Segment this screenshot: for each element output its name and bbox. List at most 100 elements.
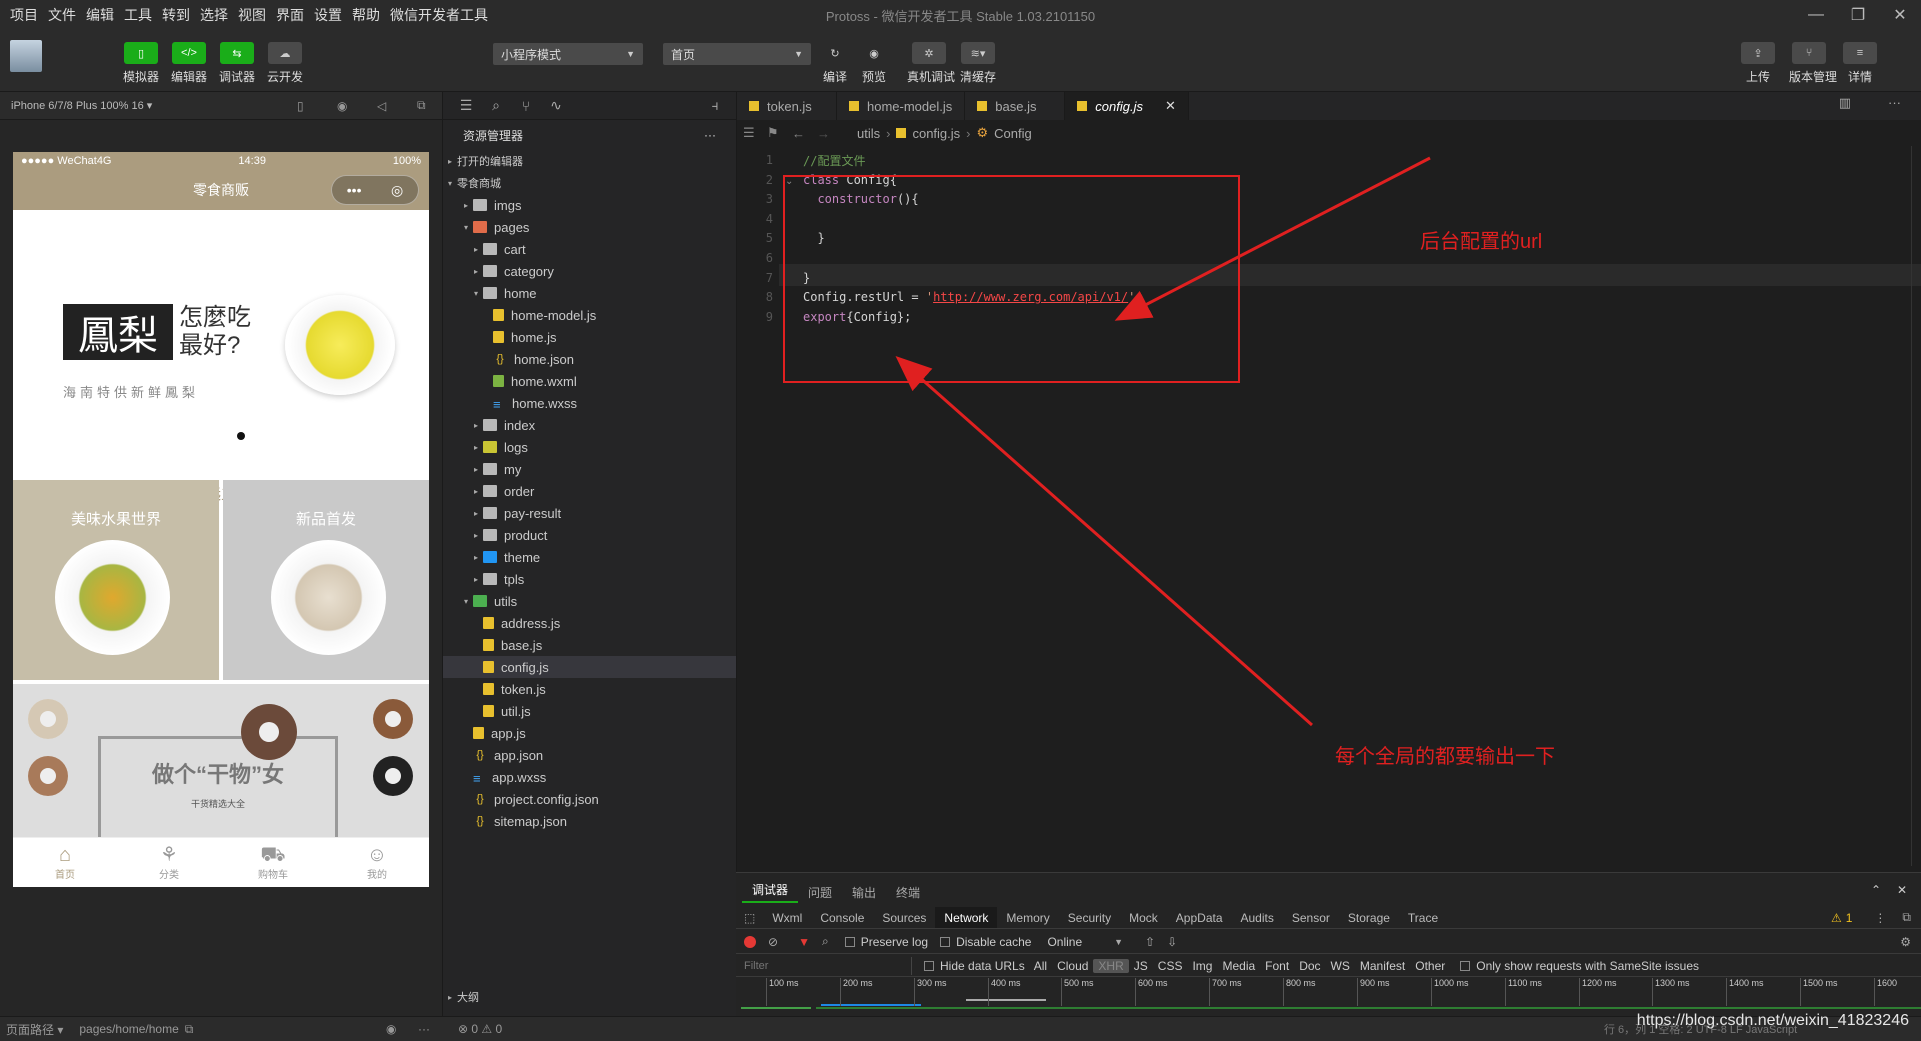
more-icon[interactable]: ··· — [1888, 95, 1901, 110]
avatar[interactable] — [10, 40, 42, 72]
cloud-button[interactable]: ☁ 云开发 — [265, 42, 305, 85]
file-tree-item[interactable]: home.js — [443, 326, 736, 348]
undock-icon[interactable]: ⧉ — [1902, 910, 1921, 925]
file-tree-item[interactable]: ▸ cart — [443, 238, 736, 260]
theme-card-fruit[interactable]: 美味水果世界 — [13, 480, 219, 680]
filter-xhr[interactable]: XHR — [1093, 958, 1129, 973]
tab-category[interactable]: ⚘ 分类 — [117, 838, 221, 887]
volume-icon[interactable]: ◁ — [377, 99, 386, 113]
list-icon[interactable]: ☰ — [451, 97, 481, 114]
copy-icon[interactable]: ⧉ — [185, 1022, 194, 1037]
close-icon[interactable]: ✕ — [1897, 883, 1907, 897]
close-icon[interactable]: ✕ — [1165, 98, 1176, 114]
bookmark-icon[interactable]: ⚑ — [767, 125, 779, 141]
tab-config-js[interactable]: config.js ✕ — [1065, 92, 1189, 120]
tab-cart[interactable]: ⛟ 购物车 — [221, 838, 325, 887]
tab-base-js[interactable]: base.js — [965, 92, 1066, 120]
samesite-checkbox[interactable] — [1460, 960, 1471, 971]
file-tree-item[interactable]: ≡ home.wxss — [443, 392, 736, 414]
inspect-icon[interactable]: ⬚ — [736, 911, 763, 925]
menu-item[interactable]: 转到 — [157, 5, 195, 25]
tab-my[interactable]: ☺ 我的 — [325, 838, 429, 887]
import-icon[interactable]: ⇧ — [1145, 935, 1155, 949]
file-tree-item[interactable]: home-model.js — [443, 304, 736, 326]
preserve-log-checkbox[interactable] — [844, 936, 855, 947]
page-path-label[interactable]: 页面路径 ▾ — [0, 1021, 63, 1038]
file-tree-item[interactable]: {} sitemap.json — [443, 810, 736, 832]
list-icon[interactable]: ☰ — [743, 125, 755, 141]
file-tree-item[interactable]: ▸ logs — [443, 436, 736, 458]
restore-icon[interactable]: ❐ — [1837, 0, 1879, 30]
filter-font[interactable]: Font — [1260, 959, 1294, 973]
clear-icon[interactable]: ⊘ — [768, 935, 778, 949]
menu-item[interactable]: 文件 — [43, 5, 81, 25]
file-tree-item[interactable]: {} app.json — [443, 744, 736, 766]
file-tree-item[interactable]: ▸ index — [443, 414, 736, 436]
remote-debug-button[interactable]: ✲ 真机调试 — [907, 42, 955, 85]
file-tree-item[interactable]: ▸ my — [443, 458, 736, 480]
git-icon[interactable]: ⑂ — [511, 98, 541, 114]
open-editors-section[interactable]: ▸ 打开的编辑器 — [443, 150, 736, 172]
file-tree-item[interactable]: ▸ tpls — [443, 568, 736, 590]
tab-token-js[interactable]: token.js — [737, 92, 837, 120]
outline-section[interactable]: ▸ 大纲 — [443, 986, 737, 1008]
capsule-button[interactable]: ••• ◎ — [331, 175, 419, 205]
back-icon[interactable]: ← — [792, 126, 805, 141]
menu-item[interactable]: 微信开发者工具 — [385, 5, 493, 25]
menu-item[interactable]: 编辑 — [81, 5, 119, 25]
code-line[interactable]: 1 //配置文件 — [737, 150, 1921, 170]
throttle-select[interactable]: Online — [1047, 935, 1082, 949]
editor-button[interactable]: </> 编辑器 — [169, 42, 209, 85]
graph-icon[interactable]: ∿ — [541, 97, 571, 114]
breadcrumb-item[interactable]: utils — [857, 126, 880, 141]
panel-tab-sources[interactable]: Sources — [873, 907, 935, 928]
filter-other[interactable]: Other — [1410, 959, 1450, 973]
panel-tab-network[interactable]: Network — [935, 907, 998, 928]
filter-media[interactable]: Media — [1217, 959, 1260, 973]
devtools-tab[interactable]: 输出 — [842, 884, 886, 901]
mode-select[interactable]: 小程序模式 ▼ — [493, 43, 643, 65]
file-tree-item[interactable]: address.js — [443, 612, 736, 634]
tab-home[interactable]: ⌂ 首页 — [13, 838, 117, 887]
network-timeline[interactable]: 100 ms 200 ms 300 ms 400 ms 500 ms 600 ms 700 … — [736, 978, 1921, 1010]
menu-item[interactable]: 项目 — [5, 5, 43, 25]
breadcrumb-item[interactable]: Config — [994, 126, 1032, 141]
menu-item[interactable]: 选择 — [195, 5, 233, 25]
devtools-tab[interactable]: 终端 — [886, 884, 930, 901]
details-button[interactable]: ≡ 详情 — [1840, 42, 1880, 85]
search-icon[interactable]: ⌕ — [822, 934, 829, 949]
menu-item[interactable]: 工具 — [119, 5, 157, 25]
file-tree-item[interactable]: util.js — [443, 700, 736, 722]
file-tree-item[interactable]: ≡ app.wxss — [443, 766, 736, 788]
project-section[interactable]: ▾ 零食商城 — [443, 172, 736, 194]
more-icon[interactable]: ··· — [704, 128, 716, 142]
split-editor-icon[interactable]: ▥ — [1839, 95, 1851, 111]
hide-data-urls-checkbox[interactable] — [924, 960, 934, 971]
panel-tab-mock[interactable]: Mock — [1120, 907, 1167, 928]
file-tree-item[interactable]: ▸ pay-result — [443, 502, 736, 524]
warning-icon[interactable]: ⚠ — [1831, 911, 1846, 925]
banner-swiper[interactable]: 鳳梨 怎麼吃 最好? 海南特供新鲜鳳梨 — [13, 210, 429, 480]
devtools-tab[interactable]: 调试器 — [742, 881, 799, 903]
panel-tab-audits[interactable]: Audits — [1232, 907, 1283, 928]
file-tree-item[interactable]: {} home.json — [443, 348, 736, 370]
file-tree-item[interactable]: ▸ imgs — [443, 194, 736, 216]
file-tree-item[interactable]: {} project.config.json — [443, 788, 736, 810]
panel-tab-security[interactable]: Security — [1059, 907, 1120, 928]
more-icon[interactable]: ••• — [347, 182, 362, 198]
theme-banner-dry[interactable]: 做个“干物”女 干货精选大全 — [13, 684, 429, 837]
simulator-button[interactable]: ▯ 模拟器 — [121, 42, 161, 85]
preview-button[interactable]: ◉ 预览 — [854, 42, 894, 85]
phone-icon[interactable]: ▯ — [297, 99, 304, 113]
upload-button[interactable]: ⇪ 上传 — [1738, 42, 1778, 85]
compile-button[interactable]: ↻ 编译 — [815, 42, 855, 85]
kebab-icon[interactable]: ⋮ — [1874, 911, 1902, 925]
panel-tab-console[interactable]: Console — [811, 907, 873, 928]
clear-cache-button[interactable]: ≋▾ 清缓存 — [958, 42, 998, 85]
version-button[interactable]: ⑂ 版本管理 — [1789, 42, 1837, 85]
forward-icon[interactable]: → — [817, 126, 830, 141]
panel-tab-wxml[interactable]: Wxml — [763, 907, 811, 928]
more-icon[interactable]: ··· — [418, 1022, 430, 1036]
page-select[interactable]: 首页 ▼ — [663, 43, 811, 65]
close-circle-icon[interactable]: ◎ — [391, 182, 403, 199]
